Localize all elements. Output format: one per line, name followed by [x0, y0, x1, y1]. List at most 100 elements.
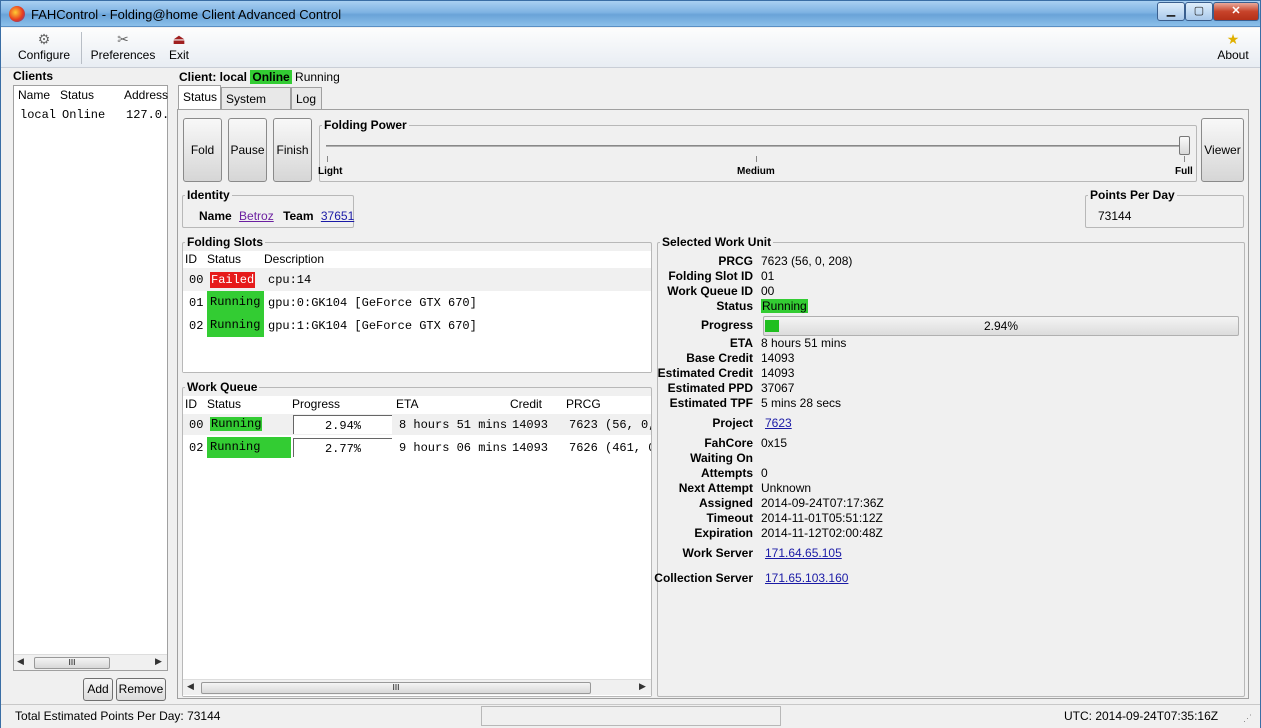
slot-col-id[interactable]: ID	[185, 252, 197, 266]
full-label: Full	[1175, 166, 1193, 177]
scroll-left-icon[interactable]: ◀	[187, 681, 194, 692]
client-header-prefix: Client: local	[179, 70, 248, 84]
scroll-thumb[interactable]: III	[201, 682, 591, 694]
tab-status[interactable]: Status	[178, 85, 221, 109]
wq-col-prcg[interactable]: PRCG	[566, 397, 601, 411]
folding-slots-table[interactable]: ID Status Description 00 Failed cpu:14 0…	[183, 251, 651, 372]
exit-icon: ⏏	[172, 31, 186, 47]
scroll-left-icon[interactable]: ◀	[17, 656, 24, 667]
folding-power-slider[interactable]	[1179, 136, 1190, 155]
close-button[interactable]: ✕	[1213, 2, 1259, 21]
prcg-value: 7623 (56, 0, 208)	[761, 254, 853, 268]
clients-hscrollbar[interactable]: ◀ III ▶	[14, 654, 167, 670]
work-queue-hscrollbar[interactable]: ◀ III ▶	[183, 679, 651, 695]
finish-button[interactable]: Finish	[273, 118, 312, 182]
base-credit-value: 14093	[761, 351, 795, 365]
slot-col-description[interactable]: Description	[264, 252, 324, 266]
remove-client-button[interactable]: Remove	[116, 678, 166, 701]
scroll-right-icon[interactable]: ▶	[155, 656, 162, 667]
fold-button[interactable]: Fold	[183, 118, 222, 182]
slot-row[interactable]: 00 Failed cpu:14	[183, 268, 651, 291]
folding-slots-label: Folding Slots	[187, 235, 263, 249]
est-credit-label: Estimated Credit	[657, 366, 753, 380]
wq-row[interactable]: 02 Running 2.77% 9 hours 06 mins 14093 7…	[183, 437, 651, 458]
slot-status-badge: Running	[207, 291, 264, 314]
client-online-badge: Online	[250, 70, 292, 84]
folding-power-track[interactable]	[326, 145, 1188, 147]
eta-value: 8 hours 51 mins	[761, 336, 847, 350]
wq-col-progress[interactable]: Progress	[292, 397, 340, 411]
col-name-header[interactable]: Name	[18, 88, 50, 102]
add-client-button[interactable]: Add	[83, 678, 113, 701]
wq-row[interactable]: 00 Running 2.94% 8 hours 51 mins 14093 7…	[183, 414, 651, 435]
expiration-value: 2014-11-12T02:00:48Z	[761, 526, 883, 540]
est-ppd-label: Estimated PPD	[667, 381, 753, 395]
configure-label: Configure	[17, 48, 71, 62]
tab-log[interactable]: Log	[291, 87, 322, 109]
wq-credit: 14093	[512, 441, 549, 455]
est-ppd-value: 37067	[761, 381, 795, 395]
wq-col-eta[interactable]: ETA	[396, 397, 418, 411]
wq-col-id[interactable]: ID	[185, 397, 197, 411]
work-queue-table[interactable]: ID Status Progress ETA Credit PRCG 00 Ru…	[183, 396, 651, 696]
toolbar: ⚙ Configure ✂ Preferences ⏏ Exit ★ About	[1, 28, 1260, 68]
scroll-thumb[interactable]: III	[34, 657, 110, 669]
viewer-button[interactable]: Viewer	[1201, 118, 1244, 182]
name-link[interactable]: Betroz	[239, 209, 274, 223]
wq-eta: 8 hours 51 mins	[399, 418, 508, 432]
slot-col-status[interactable]: Status	[207, 252, 241, 266]
tab-system-info[interactable]: System Info	[221, 87, 291, 128]
team-link[interactable]: 37651	[321, 209, 354, 223]
timeout-label: Timeout	[706, 511, 753, 525]
utc-clock: UTC: 2014-09-24T07:35:16Z	[1064, 709, 1219, 723]
name-label: Name	[199, 209, 232, 223]
slot-description: gpu:1:GK104 [GeForce GTX 670]	[268, 319, 477, 333]
resize-grip-icon[interactable]: ⋰	[1243, 713, 1252, 724]
exit-button[interactable]: ⏏ Exit	[165, 30, 193, 62]
maximize-button[interactable]: ▢	[1185, 2, 1213, 21]
attempts-label: Attempts	[700, 466, 753, 480]
project-link[interactable]: 7623	[765, 416, 792, 430]
folding-power-label: Folding Power	[324, 118, 407, 132]
slot-id: 02	[189, 319, 204, 333]
exit-label: Exit	[168, 48, 189, 62]
preferences-button[interactable]: ✂ Preferences	[89, 30, 157, 62]
title-bar: FAHControl - Folding@home Client Advance…	[1, 1, 1260, 27]
est-tpf-value: 5 mins 28 secs	[761, 396, 842, 410]
fah-logo-icon	[9, 6, 25, 22]
wq-progress-bar: 2.94%	[293, 415, 392, 434]
configure-button[interactable]: ⚙ Configure	[15, 30, 73, 62]
collection-server-link[interactable]: 171.65.103.160	[765, 571, 848, 585]
status-bar: Total Estimated Points Per Day: 73144 UT…	[1, 704, 1260, 728]
wq-id: 00	[189, 418, 204, 432]
window-title: FAHControl - Folding@home Client Advance…	[31, 7, 342, 22]
slot-id: 01	[189, 296, 204, 310]
fahcore-label: FahCore	[704, 436, 753, 450]
status-badge: Running	[761, 299, 808, 313]
slot-row[interactable]: 01 Running gpu:0:GK104 [GeForce GTX 670]	[183, 291, 651, 314]
clients-list[interactable]: Name Status Address local Online 127.0. …	[13, 85, 169, 671]
client-row[interactable]: local Online 127.0.	[14, 106, 169, 124]
client-header: Client: local Online Running	[179, 70, 340, 84]
wq-col-credit[interactable]: Credit	[510, 397, 542, 411]
pause-button[interactable]: Pause	[228, 118, 267, 182]
col-status-header[interactable]: Status	[60, 88, 94, 102]
slot-description: gpu:0:GK104 [GeForce GTX 670]	[268, 296, 477, 310]
clients-panel: Clients Name Status Address local Online…	[13, 69, 169, 703]
work-queue-label: Work Queue	[187, 380, 258, 394]
clients-label: Clients	[13, 69, 54, 83]
scroll-right-icon[interactable]: ▶	[639, 681, 646, 692]
base-credit-label: Base Credit	[686, 351, 753, 365]
queue-id-value: 00	[761, 284, 775, 298]
identity-label: Identity	[187, 188, 230, 202]
work-server-link[interactable]: 171.64.65.105	[765, 546, 842, 560]
about-button[interactable]: ★ About	[1213, 30, 1253, 62]
col-address-header[interactable]: Address	[124, 88, 168, 102]
assigned-label: Assigned	[698, 496, 753, 510]
wq-col-status[interactable]: Status	[207, 397, 241, 411]
tools-icon: ✂	[117, 31, 129, 47]
minimize-button[interactable]: ▁	[1157, 2, 1185, 21]
slot-row[interactable]: 02 Running gpu:1:GK104 [GeForce GTX 670]	[183, 314, 651, 337]
wq-credit: 14093	[512, 418, 549, 432]
tick-medium	[756, 156, 757, 162]
